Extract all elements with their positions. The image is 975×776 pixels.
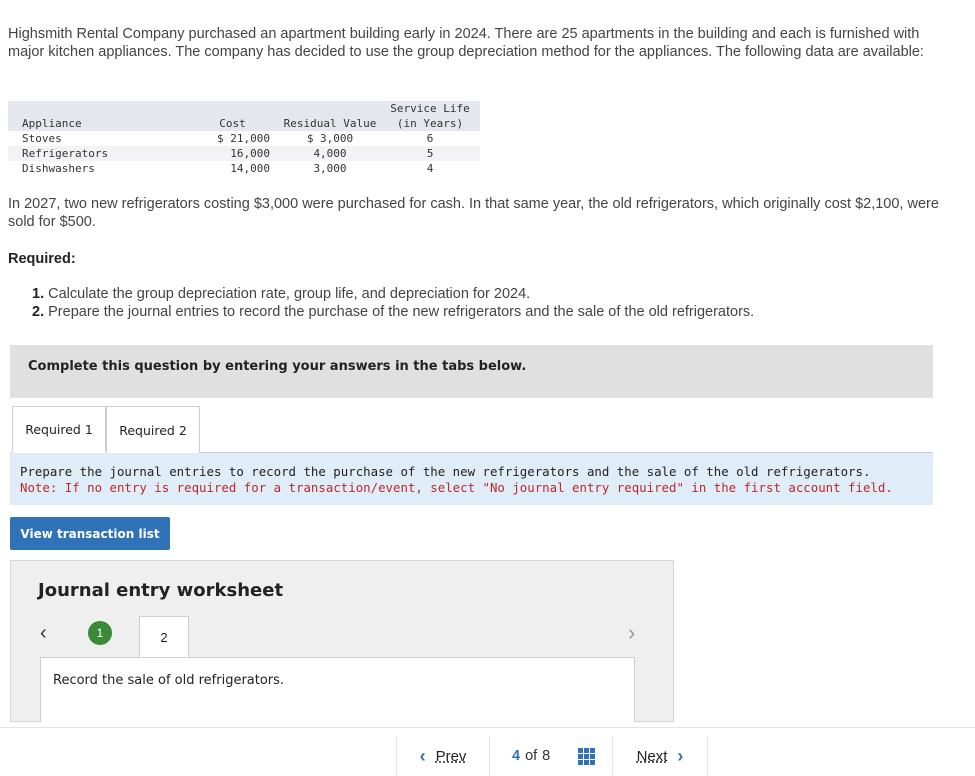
worksheet-entry-panel <box>40 657 635 722</box>
table-row: Refrigerators 16,000 4,000 5 <box>8 146 480 161</box>
required-heading: Required: <box>8 251 76 267</box>
footer-divider <box>0 727 975 728</box>
cell-cost: 16,000 <box>170 146 270 161</box>
required-item-number: 2. <box>32 304 45 320</box>
worksheet-title: Journal entry worksheet <box>38 580 284 601</box>
cell-life: 6 <box>426 132 434 145</box>
cell-cost: $ 21,000 <box>217 132 270 145</box>
view-transaction-list-button[interactable]: View transaction list <box>10 517 170 550</box>
tab-required-1[interactable]: Required 1 <box>12 406 106 452</box>
current-page: 4 <box>512 748 521 764</box>
instruction-note: Note: If no entry is required for a tran… <box>20 480 893 495</box>
required-item-text: Calculate the group depreciation rate, g… <box>48 286 531 302</box>
chevron-left-icon: ‹ <box>419 745 426 766</box>
header-cost: Cost <box>170 116 270 131</box>
prev-label: Prev <box>435 747 467 765</box>
prev-button[interactable]: ‹ Prev <box>396 736 490 776</box>
worksheet-next-chevron-icon[interactable]: › <box>628 620 635 646</box>
chevron-right-icon: › <box>677 745 684 766</box>
cell-residual: $ 3,000 <box>306 132 354 145</box>
next-label: Next <box>636 747 668 765</box>
cell-appliance: Dishwashers <box>22 162 95 175</box>
grid-menu-icon[interactable] <box>578 748 595 765</box>
total-pages: 8 <box>542 748 551 764</box>
table-row: Stoves $ 21,000 $ 3,000 6 <box>8 131 480 146</box>
instruction-text: Prepare the journal entries to record th… <box>20 464 871 479</box>
header-appliance: Appliance <box>8 116 170 131</box>
required-item-text: Prepare the journal entries to record th… <box>48 304 755 320</box>
tab-required-2[interactable]: Required 2 <box>106 406 200 453</box>
required-list: 1. Calculate the group depreciation rate… <box>32 285 754 321</box>
cell-appliance: Stoves <box>22 132 62 145</box>
required-item: 1. Calculate the group depreciation rate… <box>32 285 754 303</box>
header-service-life-line2: (in Years) <box>380 116 480 131</box>
transaction-paragraph: In 2027, two new refrigerators costing $… <box>8 196 939 230</box>
cell-cost: 14,000 <box>230 162 270 175</box>
header-residual-value: Residual Value <box>270 116 380 131</box>
cell-life: 4 <box>426 162 434 175</box>
page-counter: 4 of 8 <box>512 736 550 776</box>
intro-paragraph: Highsmith Rental Company purchased an ap… <box>8 26 924 60</box>
required-item: 2. Prepare the journal entries to record… <box>32 303 754 321</box>
instruction-panel: Prepare the journal entries to record th… <box>10 453 933 505</box>
worksheet-instruction: Record the sale of old refrigerators. <box>53 673 285 688</box>
instruction-banner: Complete this question by entering your … <box>10 345 933 398</box>
cell-appliance: Refrigerators <box>8 146 170 161</box>
cell-residual: 3,000 <box>313 162 347 175</box>
required-item-number: 1. <box>32 286 45 302</box>
appliance-data-table: Service Life Appliance Cost Residual Val… <box>8 101 480 176</box>
table-row: Dishwashers 14,000 3,000 4 <box>8 161 480 176</box>
header-service-life-line1: Service Life <box>380 101 480 116</box>
worksheet-prev-chevron-icon[interactable]: ‹ <box>40 622 47 645</box>
banner-text: Complete this question by entering your … <box>28 359 527 374</box>
cell-life: 5 <box>380 146 480 161</box>
worksheet-step-2[interactable]: 2 <box>139 616 189 658</box>
next-button[interactable]: Next › <box>612 736 708 776</box>
worksheet-step-1[interactable]: 1 <box>88 621 112 645</box>
cell-residual: 4,000 <box>270 146 380 161</box>
page-of: of <box>525 748 538 764</box>
